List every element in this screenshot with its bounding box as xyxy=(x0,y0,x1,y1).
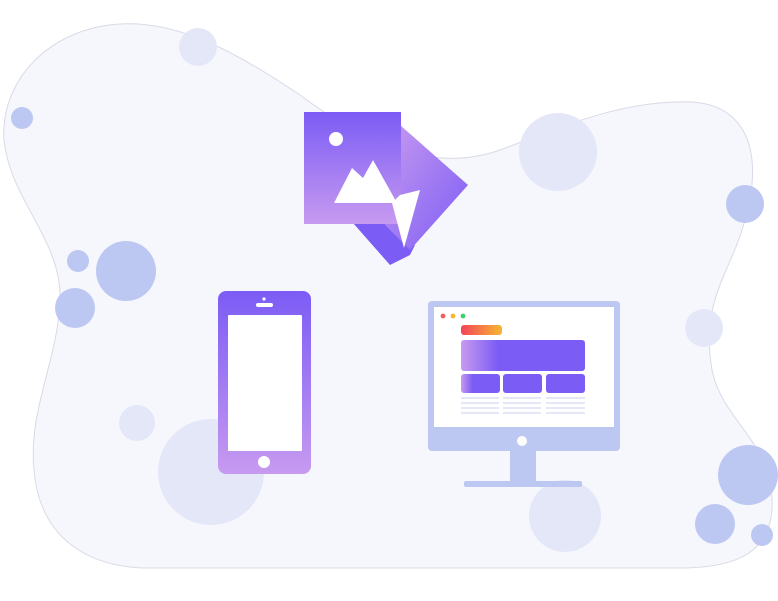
bubble xyxy=(751,524,773,546)
bubble xyxy=(55,288,95,328)
bubble xyxy=(726,185,764,223)
bubble xyxy=(119,405,155,441)
bubble xyxy=(519,113,597,191)
bubble xyxy=(11,107,33,129)
bubble xyxy=(718,445,778,505)
bubble xyxy=(96,241,156,301)
smartphone-icon xyxy=(218,291,311,474)
bubble xyxy=(529,480,601,552)
bubble xyxy=(179,28,217,66)
responsive-devices-illustration xyxy=(3,23,778,569)
bubble xyxy=(685,309,723,347)
illustration-canvas xyxy=(0,0,778,601)
bubble xyxy=(695,504,735,544)
bubble xyxy=(67,250,89,272)
